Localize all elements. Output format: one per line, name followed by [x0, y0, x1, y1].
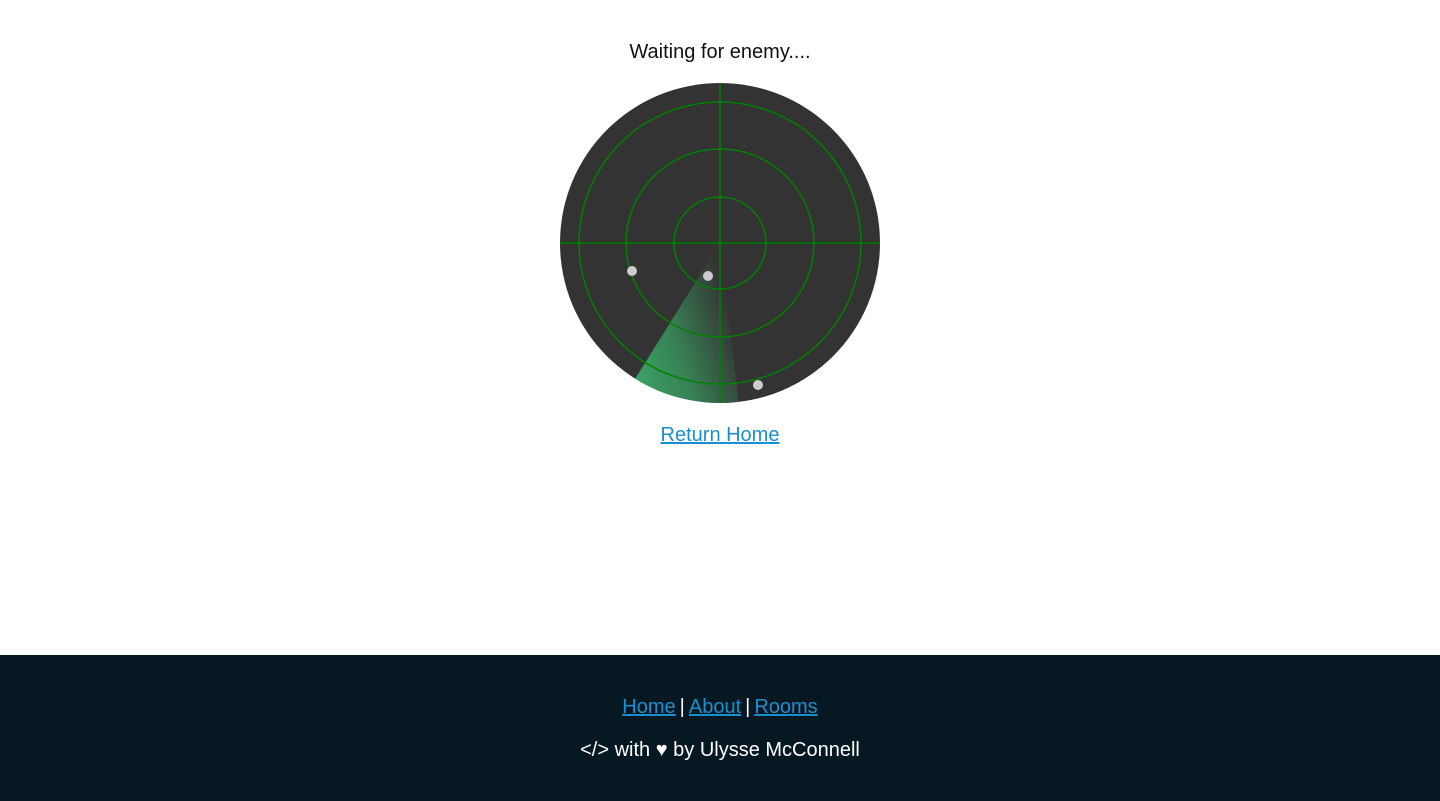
waiting-status-text: Waiting for enemy....	[629, 41, 811, 63]
footer-nav: Home | About | Rooms	[0, 694, 1440, 720]
footer-separator: |	[679, 696, 685, 718]
return-home-container: Return Home	[0, 422, 1440, 448]
footer: Home | About | Rooms </> with ♥ by Ulysse Mc…	[0, 655, 1440, 801]
footer-separator: |	[745, 696, 751, 718]
footer-link-home[interactable]: Home	[622, 696, 675, 718]
return-home-link[interactable]: Return Home	[661, 424, 780, 446]
footer-credit: </> with ♥ by Ulysse McConnell	[580, 739, 860, 761]
footer-link-about[interactable]: About	[689, 696, 741, 718]
radar-blip	[703, 271, 713, 281]
radar-blip	[753, 380, 763, 390]
footer-link-rooms[interactable]: Rooms	[754, 696, 817, 718]
radar-scope	[560, 83, 880, 403]
main-content: Waiting for enemy.... Return Home	[0, 0, 1440, 655]
radar-blip	[627, 266, 637, 276]
